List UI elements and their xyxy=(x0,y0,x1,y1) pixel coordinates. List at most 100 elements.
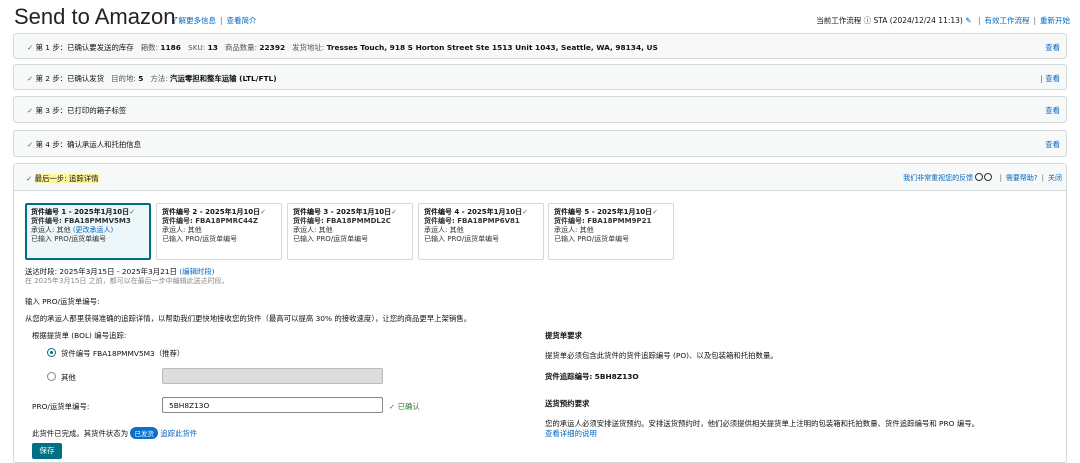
workflow-prefix: 当前工作流程 xyxy=(816,16,862,25)
step-3-label: 第 3 步：已打印的箱子标签 xyxy=(35,106,127,115)
radio-recommended[interactable]: 货件编号 FBA18PMMV5M3（推荐） xyxy=(47,348,184,359)
appt-req-title: 送货预约要求 xyxy=(545,399,590,408)
shipment-carrier: 承运人: 其他 xyxy=(293,226,333,234)
delivery-window-text: 送达时段: 2025年3月15日 - 2025年3月21日 xyxy=(25,267,177,276)
view-intro-link[interactable]: 查看简介 xyxy=(227,16,257,25)
checkmark-icon: ✓ xyxy=(522,208,529,216)
checkmark-icon: ✓ xyxy=(27,43,34,52)
checkmark-icon: ✓ xyxy=(389,402,396,411)
shipment-title: 货件编号 1 - 2025年1月10日 xyxy=(31,208,130,216)
close-link[interactable]: 关闭 xyxy=(1048,174,1062,182)
boxes-key: 箱数: xyxy=(140,43,158,52)
shipment-carrier: 承运人: 其他 xyxy=(554,226,594,234)
step-3-view-link[interactable]: 查看 xyxy=(1045,105,1060,116)
step-1-row[interactable]: ✓ 第 1 步：已确认要发送的库存 箱数: 1186 SKU: 13 商品数量:… xyxy=(13,33,1067,59)
shipment-id: 货件编号: FBA18PMM9P21 xyxy=(554,217,652,225)
pro-number-label: PRO/运货单编号: xyxy=(32,402,90,411)
checkmark-icon: ✓ xyxy=(27,106,34,115)
step-2-label: 第 2 步：已确认发货 xyxy=(35,74,105,83)
step-2-row[interactable]: ✓ 第 2 步：已确认发货 目的地: 5 方法: 汽运零担和整车运输 (LTL/… xyxy=(13,64,1067,90)
sku-value: 13 xyxy=(207,43,218,52)
shipment-status: 已输入 PRO/运货单编号 xyxy=(424,235,500,243)
checkmark-icon: ✓ xyxy=(27,140,34,149)
sad-face-icon[interactable] xyxy=(984,173,993,181)
edit-pencil-icon[interactable]: ✎ xyxy=(965,16,971,25)
bol-req-desc: 提货单必须包含此货件的货件追踪编号 (PO)、以及包装箱和托拍数量。 xyxy=(545,351,778,360)
bol-req-title: 提货单要求 xyxy=(545,331,582,340)
shipment-status-line: 此货件已完成。其货件状态为 已发货 追踪此货件 xyxy=(32,427,197,439)
track-shipment-link[interactable]: 追踪此货件 xyxy=(160,429,197,438)
shipment-card-2[interactable]: 货件编号 2 - 2025年1月10日✓ 货件编号: FBA18PMRC44Z … xyxy=(156,203,282,260)
shipment-carrier: 承运人: 其他 xyxy=(162,226,202,234)
other-bol-input[interactable] xyxy=(162,368,383,384)
destinations-value: 5 xyxy=(138,74,144,83)
last-step-header: ✓ 最后一步: 追踪详情 我们非常重视您的反馈 | 需要帮助? | 关闭 xyxy=(14,164,1066,191)
learn-more-link[interactable]: 了解更多信息 xyxy=(171,16,216,25)
feedback-link[interactable]: 我们非常重视您的反馈 xyxy=(903,174,973,182)
radio-recommended-label: 货件编号 FBA18PMMV5M3（推荐） xyxy=(61,349,185,358)
change-carrier-link[interactable]: (更改承运人) xyxy=(73,226,113,234)
page-title: Send to Amazon xyxy=(14,4,176,29)
step-4-row[interactable]: ✓ 第 4 步：确认承运人和托拍信息 查看 xyxy=(13,130,1067,157)
shipment-status: 已输入 PRO/运货单编号 xyxy=(162,235,238,243)
shipment-title: 货件编号 5 - 2025年1月10日 xyxy=(554,208,653,216)
shipment-carrier: 承运人: 其他 xyxy=(424,226,464,234)
shipment-card-1[interactable]: 货件编号 1 - 2025年1月10日✓ 货件编号: FBA18PMMV5M3 … xyxy=(25,203,151,260)
valid-workflows-link[interactable]: 有效工作流程 xyxy=(984,16,1029,25)
method-key: 方法: xyxy=(150,74,168,83)
step-3-row[interactable]: ✓ 第 3 步：已打印的箱子标签 查看 xyxy=(13,96,1067,123)
shipment-carrier: 承运人: 其他 xyxy=(31,226,71,234)
checkmark-icon: ✓ xyxy=(260,208,267,216)
save-button[interactable]: 保存 xyxy=(32,443,62,459)
step-4-view-link[interactable]: 查看 xyxy=(1045,139,1060,150)
step-4-label: 第 4 步：确认承运人和托拍信息 xyxy=(35,140,142,149)
info-icon: ⓘ xyxy=(863,16,872,25)
status-badge: 已发货 xyxy=(130,427,158,439)
happy-face-icon[interactable] xyxy=(975,173,984,181)
edit-window-link[interactable]: (编辑时段) xyxy=(179,267,214,276)
radio-other[interactable]: 其他 xyxy=(47,372,76,383)
radio-button[interactable] xyxy=(47,372,56,381)
tracking-value: 5BH8Z13O xyxy=(594,372,639,381)
shipment-title: 货件编号 3 - 2025年1月10日 xyxy=(293,208,392,216)
shipment-title: 货件编号 2 - 2025年1月10日 xyxy=(162,208,261,216)
ship-from-key: 发货地址: xyxy=(292,43,325,52)
shipment-id: 货件编号: FBA18PMMDL2C xyxy=(293,217,391,225)
units-value: 22392 xyxy=(259,43,286,52)
title-links: 了解更多信息 | 查看简介 xyxy=(171,16,257,25)
shipment-card-5[interactable]: 货件编号 5 - 2025年1月10日✓ 货件编号: FBA18PMM9P21 … xyxy=(548,203,674,260)
boxes-value: 1186 xyxy=(160,43,181,52)
step-1-label: 第 1 步：已确认要发送的库存 xyxy=(35,43,134,52)
pro-number-input[interactable]: 5BH8Z13O xyxy=(162,397,383,413)
delivery-note: 在 2025年3月15日 之前，都可以在最后一步中编辑此送达时段。 xyxy=(25,277,229,285)
step-2-view-link[interactable]: 查看 xyxy=(1045,74,1060,83)
detailed-instructions-link[interactable]: 查看详细的说明 xyxy=(545,428,597,439)
checkmark-icon: ✓ xyxy=(129,208,136,216)
last-step-label: 最后一步: 追踪详情 xyxy=(34,174,99,183)
tracking-number-line: 货件追踪编号: 5BH8Z13O xyxy=(545,371,639,382)
appt-req-desc: 您的承运人必须安排送货预约。安排送货预约时，他们必须提供相关提货单上注明的包装箱… xyxy=(545,419,979,428)
shipment-id: 货件编号: FBA18PMP6V81 xyxy=(424,217,520,225)
shipment-card-3[interactable]: 货件编号 3 - 2025年1月10日✓ 货件编号: FBA18PMMDL2C … xyxy=(287,203,413,260)
radio-other-label: 其他 xyxy=(61,373,76,382)
shipment-status: 已输入 PRO/运货单编号 xyxy=(293,235,369,243)
step-1-view-link[interactable]: 查看 xyxy=(1045,42,1060,53)
confirmed-label: 已确认 xyxy=(397,402,420,411)
shipment-status: 已输入 PRO/运货单编号 xyxy=(554,235,630,243)
units-key: 商品数量: xyxy=(224,43,258,52)
shipment-title: 货件编号 4 - 2025年1月10日 xyxy=(424,208,523,216)
need-help-link[interactable]: 需要帮助? xyxy=(1006,174,1038,182)
restart-link[interactable]: 重新开始 xyxy=(1040,16,1070,25)
checkmark-icon: ✓ xyxy=(652,208,659,216)
checkmark-icon: ✓ xyxy=(26,174,33,183)
shipment-id: 货件编号: FBA18PMMV5M3 xyxy=(31,217,131,225)
checkmark-icon: ✓ xyxy=(27,74,34,83)
radio-button-selected[interactable] xyxy=(47,348,56,357)
destinations-key: 目的地: xyxy=(111,74,136,83)
status-text: 此货件已完成。其货件状态为 xyxy=(32,429,129,438)
tracking-label: 货件追踪编号: xyxy=(545,372,593,381)
tracking-info-text: 从您的承运人那里获得准确的追踪详情，以帮助我们更快地接收您的货件（最高可以提高 … xyxy=(25,314,472,323)
shipment-card-4[interactable]: 货件编号 4 - 2025年1月10日✓ 货件编号: FBA18PMP6V81 … xyxy=(418,203,544,260)
workflow-value: STA (2024/12/24 11:13) xyxy=(873,16,963,25)
sku-key: SKU: xyxy=(188,43,206,52)
